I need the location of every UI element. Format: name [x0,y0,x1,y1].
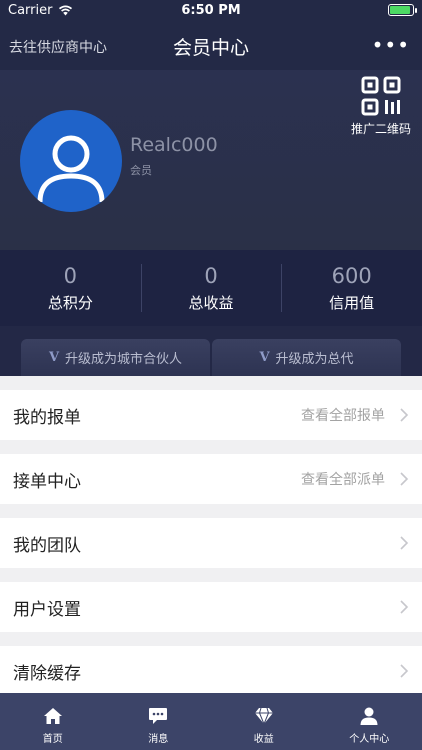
menu-item-order-center[interactable]: 接单中心 查看全部派单 [0,454,422,504]
chevron-right-icon [400,408,409,422]
profile-header: Realc000 会员 推广二维码 [0,70,422,250]
battery-icon [388,4,417,16]
menu-item-label: 我的团队 [13,535,81,556]
menu-item-clear-cache[interactable]: 清除缓存 [0,646,422,696]
stat-label: 总积分 [47,293,93,312]
menu-item-label: 接单中心 [13,471,81,492]
upgrade-label: 升级成为城市合伙人 [65,352,183,367]
qr-code-button[interactable]: 推广二维码 [346,76,416,137]
menu-item-hint: 查看全部报单 [301,408,385,424]
stats-panel: 0 总积分 0 总收益 600 信用值 [0,250,422,326]
username: Realc000 [130,134,218,156]
home-icon [43,708,62,724]
qr-code-icon [361,76,401,116]
tab-home[interactable]: 首页 [0,693,106,750]
chevron-right-icon [400,536,409,550]
tab-bar: 首页 消息 收益 个人中心 [0,693,422,750]
upgrade-general-agent-button[interactable]: V 升级成为总代 [212,339,401,376]
stat-label: 信用值 [329,293,375,312]
upgrade-city-partner-button[interactable]: V 升级成为城市合伙人 [21,339,210,376]
avatar[interactable] [20,110,122,212]
chevron-right-icon [400,472,409,486]
upgrade-label: 升级成为总代 [275,352,354,367]
menu-item-label: 我的报单 [13,407,81,428]
menu-item-my-team[interactable]: 我的团队 [0,518,422,568]
chevron-right-icon [400,664,409,678]
tab-label: 首页 [42,734,63,745]
stat-value: 0 [204,263,218,288]
person-icon [360,707,378,725]
menu-item-label: 清除缓存 [13,663,81,684]
tab-label: 个人中心 [349,734,390,745]
status-bar: Carrier 6:50 PM [0,0,422,20]
message-icon [149,708,168,724]
tab-label: 收益 [253,734,274,745]
qr-code-label: 推广二维码 [350,122,411,136]
menu-item-my-orders[interactable]: 我的报单 查看全部报单 [0,390,422,440]
tab-label: 消息 [148,734,169,745]
vip-icon: V [48,350,60,365]
menu-item-label: 用户设置 [13,599,81,620]
menu-item-user-settings[interactable]: 用户设置 [0,582,422,632]
vip-icon: V [259,350,270,365]
member-role: 会员 [130,164,152,177]
page-title: 会员中心 [172,37,249,59]
upgrade-tabs: V 升级成为城市合伙人 V 升级成为总代 [0,326,422,376]
stat-earnings[interactable]: 0 总收益 [140,250,282,326]
user-avatar-icon [37,135,105,203]
stat-label: 总收益 [188,293,234,312]
tab-profile[interactable]: 个人中心 [317,693,422,750]
wifi-icon [59,5,73,15]
tab-earnings[interactable]: 收益 [211,693,317,750]
stat-value: 0 [63,263,78,288]
stat-credit[interactable]: 600 信用值 [281,250,422,326]
menu-item-hint: 查看全部派单 [301,472,385,488]
chevron-right-icon [400,600,409,614]
stat-value: 600 [331,263,372,288]
carrier-label: Carrier [8,2,53,18]
stat-points[interactable]: 0 总积分 [0,250,141,326]
more-menu-button[interactable]: ••• [372,35,410,55]
tab-messages[interactable]: 消息 [106,693,212,750]
nav-bar: 去往供应商中心 会员中心 ••• [0,20,422,70]
diamond-icon [254,707,273,725]
